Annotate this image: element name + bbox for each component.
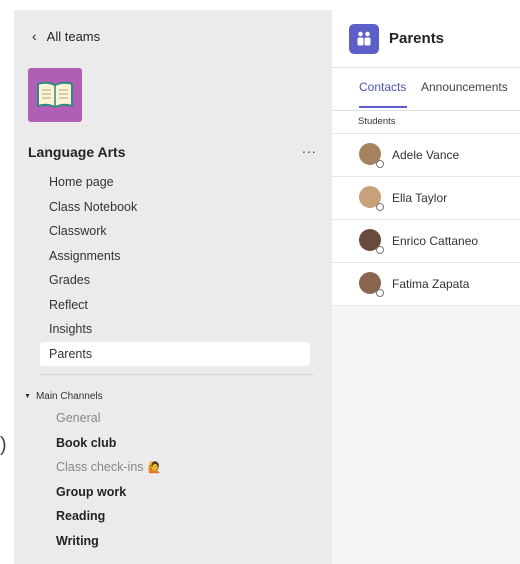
parents-app-icon xyxy=(349,24,379,54)
more-options-icon[interactable]: ... xyxy=(302,140,317,156)
chevron-left-icon: ‹ xyxy=(32,28,37,44)
people-icon xyxy=(357,31,371,46)
student-row[interactable]: Adele Vance xyxy=(332,134,520,177)
channels-header[interactable]: ▼ Main Channels xyxy=(24,391,103,402)
parents-pane: Parents Contacts Announcements Students … xyxy=(332,10,520,564)
avatar xyxy=(359,143,384,168)
all-teams-label: All teams xyxy=(46,28,101,44)
student-name: Adele Vance xyxy=(392,148,460,162)
status-icon xyxy=(376,246,384,254)
avatar xyxy=(359,229,384,254)
channel-writing[interactable]: Writing xyxy=(56,529,306,554)
channel-general[interactable]: General xyxy=(56,406,306,431)
team-name: Language Arts xyxy=(28,144,126,160)
channel-class-check-ins[interactable]: Class check-ins 🙋 xyxy=(56,455,306,480)
tab-bar: Contacts Announcements xyxy=(332,68,520,111)
edge-fragment: ) xyxy=(0,434,7,456)
student-row[interactable]: Enrico Cattaneo xyxy=(332,220,520,263)
teams-window: ‹ All teams Language Arts ... Home page … xyxy=(14,10,520,564)
student-row[interactable]: Ella Taylor xyxy=(332,177,520,220)
nav-item-assignments[interactable]: Assignments xyxy=(40,244,310,269)
active-tab-indicator xyxy=(359,106,407,108)
nav-item-home-page[interactable]: Home page xyxy=(40,170,310,195)
channels-header-label: Main Channels xyxy=(35,391,103,402)
caret-down-icon: ▼ xyxy=(24,393,31,400)
book-icon xyxy=(37,81,73,109)
student-row[interactable]: Fatima Zapata xyxy=(332,263,520,306)
status-icon xyxy=(376,203,384,211)
student-name: Ella Taylor xyxy=(392,191,448,205)
status-icon xyxy=(376,289,384,297)
avatar xyxy=(359,186,384,211)
nav-item-class-notebook[interactable]: Class Notebook xyxy=(40,195,310,220)
team-nav: Home page Class Notebook Classwork Assig… xyxy=(40,170,310,366)
raised-hand-icon: 🙋 xyxy=(147,462,162,474)
status-icon xyxy=(376,160,384,168)
channel-reading[interactable]: Reading xyxy=(56,504,306,529)
students-section-label: Students xyxy=(332,111,520,134)
pane-header: Parents xyxy=(332,10,520,68)
nav-item-grades[interactable]: Grades xyxy=(40,268,310,293)
nav-item-classwork[interactable]: Classwork xyxy=(40,219,310,244)
all-teams-link[interactable]: ‹ All teams xyxy=(32,28,100,44)
tab-announcements[interactable]: Announcements xyxy=(421,80,508,94)
channel-group-work[interactable]: Group work xyxy=(56,480,306,505)
avatar xyxy=(359,272,384,297)
tab-contacts[interactable]: Contacts xyxy=(359,80,406,94)
team-avatar[interactable] xyxy=(28,68,82,122)
nav-item-parents[interactable]: Parents xyxy=(40,341,310,366)
team-sidebar: ‹ All teams Language Arts ... Home page … xyxy=(14,10,332,564)
channel-list: General Book club Class check-ins 🙋 Group… xyxy=(56,406,306,553)
sidebar-divider xyxy=(40,374,314,375)
nav-item-reflect[interactable]: Reflect xyxy=(40,293,310,318)
nav-item-insights[interactable]: Insights xyxy=(40,317,310,342)
page-title: Parents xyxy=(389,30,445,47)
student-name: Enrico Cattaneo xyxy=(392,234,479,248)
student-name: Fatima Zapata xyxy=(392,277,470,291)
channel-book-club[interactable]: Book club xyxy=(56,431,306,456)
channel-label: Class check-ins xyxy=(56,460,144,474)
